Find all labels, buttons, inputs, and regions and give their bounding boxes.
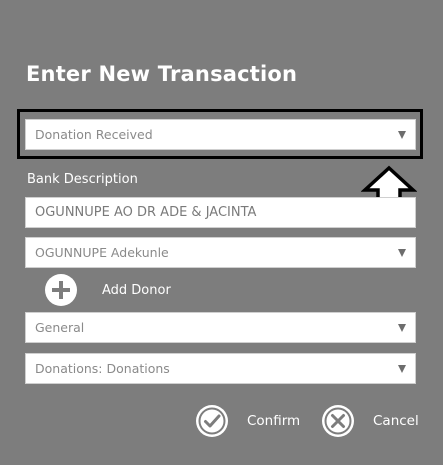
chevron-down-icon [398,249,406,257]
chevron-down-icon [398,365,406,373]
cancel-button[interactable]: Cancel [321,403,419,439]
bank-description-value: OGUNNUPE AO DR ADE & JACINTA [35,205,257,220]
confirm-label: Confirm [247,413,301,429]
account-value: Donations: Donations [35,361,170,376]
fund-select[interactable]: General [25,312,416,343]
chevron-down-icon [398,131,406,139]
bank-description-label: Bank Description [27,172,138,187]
donor-value: OGUNNUPE Adekunle [35,245,169,260]
fund-value: General [35,320,85,335]
transaction-type-select[interactable]: Donation Received [25,119,416,150]
confirm-button[interactable]: Confirm [195,403,300,439]
bank-description-field[interactable]: OGUNNUPE AO DR ADE & JACINTA [25,197,416,228]
donor-select[interactable]: OGUNNUPE Adekunle [25,237,416,268]
add-donor-button[interactable]: Add Donor [44,273,171,307]
x-circle-icon [322,405,354,437]
plus-circle-icon [45,274,77,306]
add-donor-label: Add Donor [102,282,171,298]
chevron-down-icon [398,324,406,332]
dialog-title: Enter New Transaction [26,62,298,86]
account-select[interactable]: Donations: Donations [25,353,416,384]
transaction-type-value: Donation Received [35,127,153,142]
cancel-label: Cancel [373,413,419,429]
check-circle-icon [196,405,228,437]
